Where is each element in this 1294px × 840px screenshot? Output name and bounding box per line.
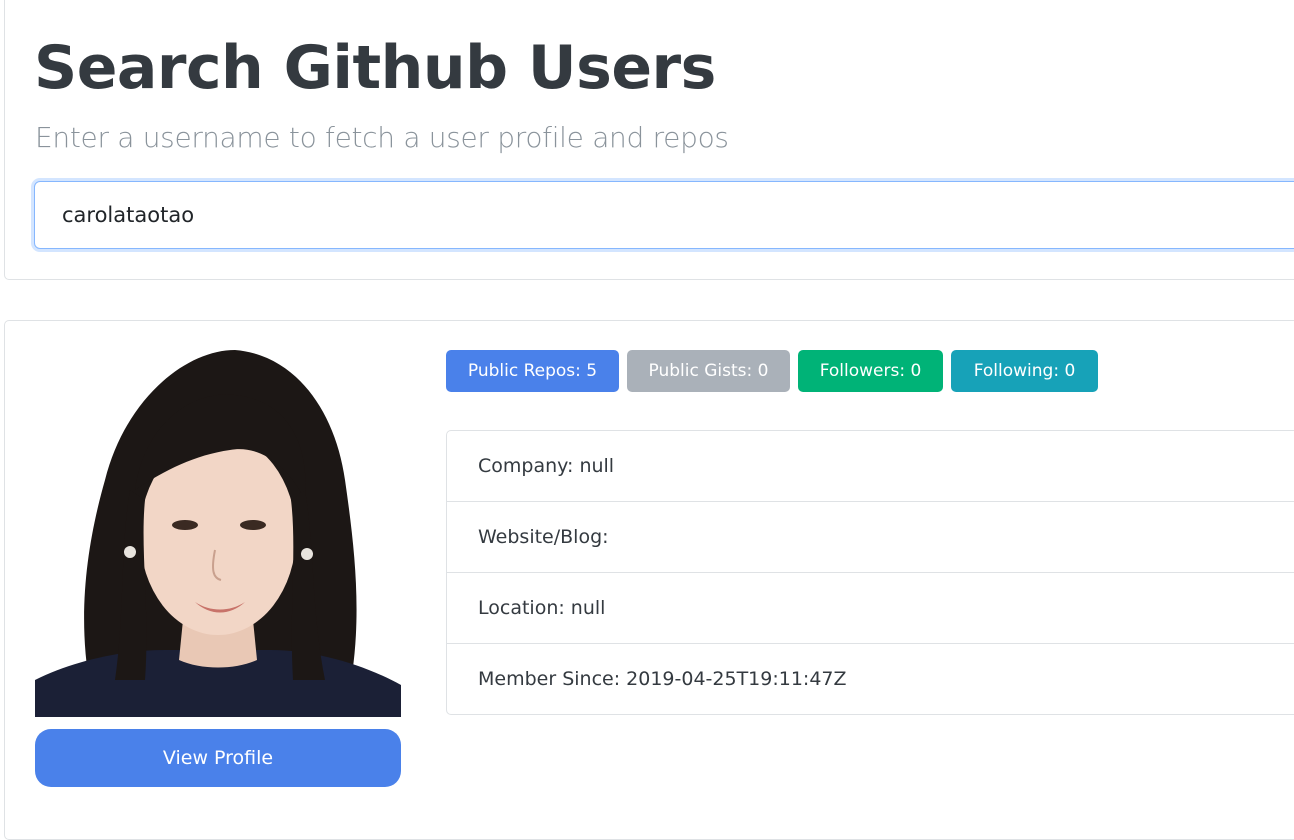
stats-badges: Public Repos: 5 Public Gists: 0 Follower… bbox=[446, 350, 1098, 392]
member-since-item: Member Since: 2019-04-25T19:11:47Z bbox=[478, 668, 847, 690]
username-search-input[interactable] bbox=[34, 181, 1294, 249]
page-subtitle: Enter a username to fetch a user profile… bbox=[35, 121, 729, 154]
avatar-photo-icon bbox=[35, 350, 401, 717]
profile-details-list: Company: null Website/Blog: Location: nu… bbox=[446, 430, 1294, 715]
public-repos-badge: Public Repos: 5 bbox=[446, 350, 619, 392]
public-gists-badge: Public Gists: 0 bbox=[627, 350, 790, 392]
avatar bbox=[35, 350, 401, 717]
following-badge: Following: 0 bbox=[951, 350, 1098, 392]
page-title: Search Github Users bbox=[34, 33, 716, 103]
view-profile-button[interactable]: View Profile bbox=[35, 729, 401, 787]
website-blog-item: Website/Blog: bbox=[447, 502, 1294, 573]
location-item: Location: null bbox=[447, 573, 1294, 644]
followers-badge: Followers: 0 bbox=[798, 350, 943, 392]
company-item: Company: null bbox=[447, 431, 1294, 502]
